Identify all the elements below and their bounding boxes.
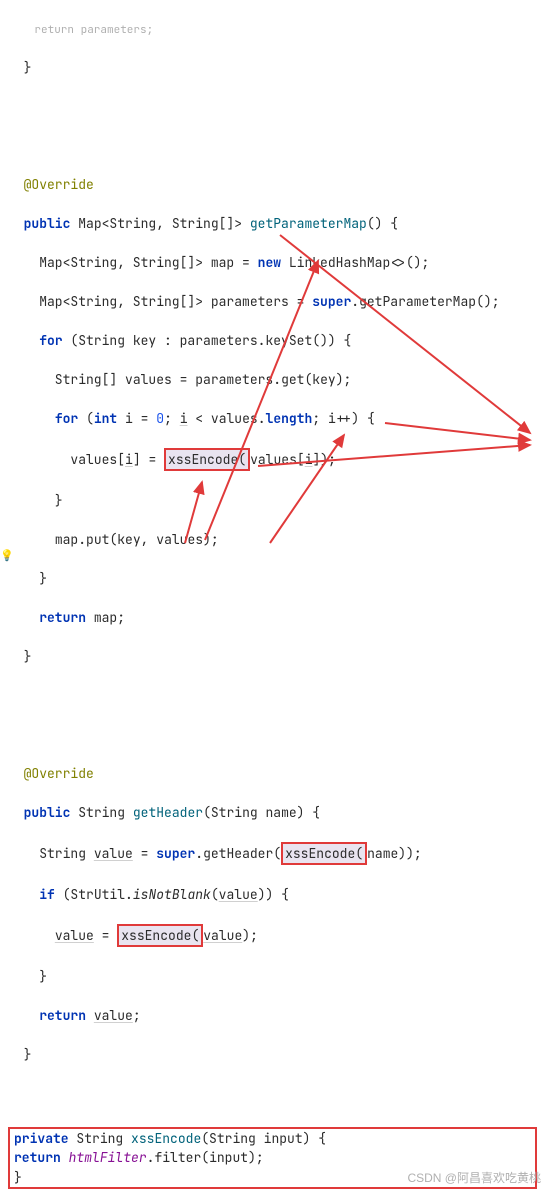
code-line: return parameters; — [8, 22, 545, 39]
code-line: public Map<String, String[]> getParamete… — [8, 214, 545, 234]
code-line — [8, 1084, 545, 1104]
code-line: private String xssEncode(String input) { — [10, 1129, 535, 1149]
code-line: if (StrUtil.isNotBlank(value)) { — [8, 885, 545, 905]
watermark: CSDN @阿昌喜欢吃黄桃 — [407, 1169, 541, 1187]
code-line: public String getHeader(String name) { — [8, 803, 545, 823]
code-line — [8, 725, 545, 745]
code-line: String value = super.getHeader(xssEncode… — [8, 842, 545, 866]
annotation: @Override — [24, 176, 94, 193]
code-line: @Override — [8, 764, 545, 784]
bulb-icon[interactable]: 💡 — [0, 548, 14, 565]
code-line — [8, 686, 545, 706]
code-line: map.put(key, values); — [8, 530, 545, 550]
code-line: } — [8, 569, 545, 589]
code-line: @Override — [8, 175, 545, 195]
code-line: String[] values = parameters.get(key); — [8, 370, 545, 390]
code-line: return map; — [8, 608, 545, 628]
highlighted-call: xssEncode( — [281, 842, 367, 866]
code-line: } — [8, 1045, 545, 1065]
code-line: Map<String, String[]> map = new LinkedHa… — [8, 253, 545, 273]
code-line: values[i] = xssEncode(values[i]); — [8, 448, 545, 472]
code-block: return parameters; } @Override public Ma… — [0, 0, 545, 1125]
code-line: return htmlFilter.filter(input); — [10, 1148, 535, 1168]
highlighted-call: xssEncode( — [117, 924, 203, 948]
code-line: value = xssEncode(value); — [8, 924, 545, 948]
code-line: for (int i = 0; i < values.length; i++) … — [8, 409, 545, 429]
code-line — [8, 97, 545, 117]
code-line: } — [8, 967, 545, 987]
code-line: } — [8, 647, 545, 667]
code-line: } — [8, 58, 545, 78]
highlighted-call: xssEncode( — [164, 448, 250, 472]
code-line: } — [8, 491, 545, 511]
code-line — [8, 136, 545, 156]
code-line: for (String key : parameters.keySet()) { — [8, 331, 545, 351]
code-line: return value; — [8, 1006, 545, 1026]
code-line: Map<String, String[]> parameters = super… — [8, 292, 545, 312]
annotation: @Override — [24, 765, 94, 782]
